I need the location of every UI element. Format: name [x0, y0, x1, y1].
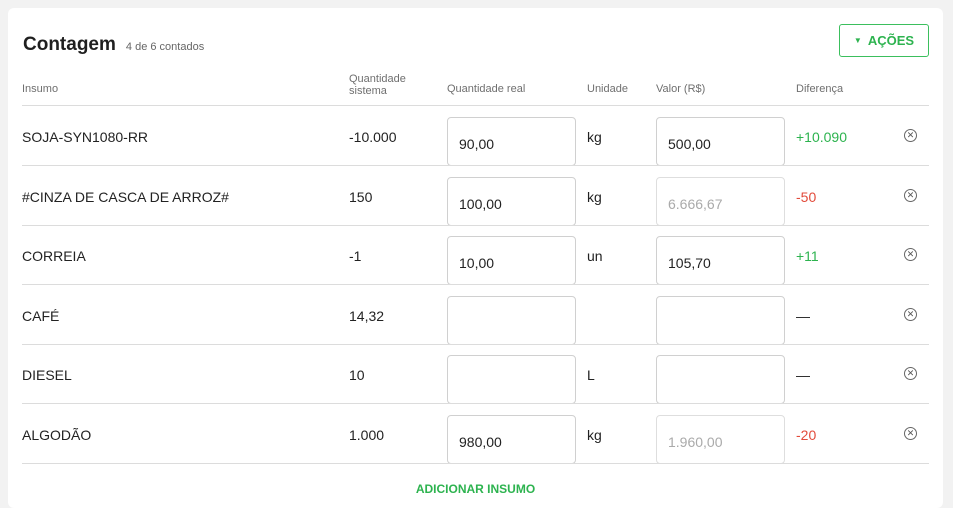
count-progress: 4 de 6 contados [125, 41, 205, 53]
system-quantity: 10 [349, 367, 365, 383]
remove-row-icon[interactable]: ✕ [904, 367, 917, 380]
system-quantity: 150 [349, 189, 373, 205]
item-name: CORREIA [22, 248, 86, 264]
value-input[interactable]: 500,00 [656, 117, 785, 166]
unit: kg [587, 189, 602, 205]
page-title: Contagem [23, 34, 116, 55]
unit: un [587, 248, 603, 264]
item-name: CAFÉ [22, 308, 60, 324]
difference: -20 [796, 427, 817, 443]
table-row: CORREIA -1 10,00 un 105,70 +11 ✕ [8, 225, 943, 285]
value-input: 1.960,00 [656, 415, 785, 464]
remove-row-icon[interactable]: ✕ [904, 248, 917, 261]
system-quantity: -1 [349, 248, 362, 264]
item-name: #CINZA DE CASCA DE ARROZ# [22, 189, 229, 205]
remove-row-icon[interactable]: ✕ [904, 189, 917, 202]
real-quantity-input[interactable]: 100,00 [447, 177, 576, 226]
value-input[interactable] [656, 355, 785, 404]
column-header-qsys-line2: sistema [349, 85, 387, 97]
difference: — [796, 308, 810, 324]
card-header: Contagem 4 de 6 contados [23, 34, 204, 56]
real-quantity-input[interactable]: 90,00 [447, 117, 576, 166]
item-name: ALGODÃO [22, 427, 92, 443]
column-header-valor: Valor (R$) [656, 83, 706, 95]
add-item-button[interactable]: ADICIONAR INSUMO [8, 482, 943, 496]
table-row: ALGODÃO 1.000 980,00 kg 1.960,00 -20 ✕ [8, 404, 943, 464]
difference: — [796, 367, 810, 383]
table-row: #CINZA DE CASCA DE ARROZ# 150 100,00 kg 6.66… [8, 166, 943, 226]
column-header-qsys: Quantidade sistema [349, 73, 406, 97]
column-header-diferenca: Diferença [796, 83, 844, 95]
real-quantity-input[interactable] [447, 355, 576, 404]
unit: L [587, 367, 595, 383]
unit: kg [587, 427, 602, 443]
difference: +10.090 [796, 129, 847, 145]
system-quantity: -10.000 [349, 129, 397, 145]
remove-row-icon[interactable]: ✕ [904, 129, 917, 142]
caret-down-icon: ▼ [853, 36, 862, 45]
value-input[interactable] [656, 296, 785, 345]
column-header-qreal: Quantidade real [447, 83, 526, 95]
table-row: CAFÉ 14,32 — ✕ [8, 285, 943, 345]
actions-button-label: AÇÕES [867, 33, 915, 48]
table-row: SOJA-SYN1080-RR -10.000 90,00 kg 500,00 +10.0… [8, 106, 943, 166]
column-header-unidade: Unidade [587, 83, 628, 95]
item-name: DIESEL [22, 367, 72, 383]
remove-row-icon[interactable]: ✕ [904, 308, 917, 321]
real-quantity-input[interactable] [447, 296, 576, 345]
value-input: 6.666,67 [656, 177, 785, 226]
system-quantity: 14,32 [349, 308, 385, 324]
item-name: SOJA-SYN1080-RR [22, 129, 149, 145]
real-quantity-input[interactable]: 980,00 [447, 415, 576, 464]
difference: +11 [796, 248, 819, 264]
value-input[interactable]: 105,70 [656, 236, 785, 285]
unit: kg [587, 129, 602, 145]
table-row: DIESEL 10 L — ✕ [8, 344, 943, 404]
counting-card: Contagem 4 de 6 contados ▼ AÇÕES Insumo … [8, 8, 943, 508]
column-header-insumo: Insumo [22, 83, 59, 95]
difference: -50 [796, 189, 817, 205]
remove-row-icon[interactable]: ✕ [904, 427, 917, 440]
system-quantity: 1.000 [349, 427, 385, 443]
column-header-qsys-line1: Quantidade [349, 73, 406, 85]
real-quantity-input[interactable]: 10,00 [447, 236, 576, 285]
actions-button[interactable]: ▼ AÇÕES [839, 24, 929, 57]
row-divider [22, 463, 929, 464]
